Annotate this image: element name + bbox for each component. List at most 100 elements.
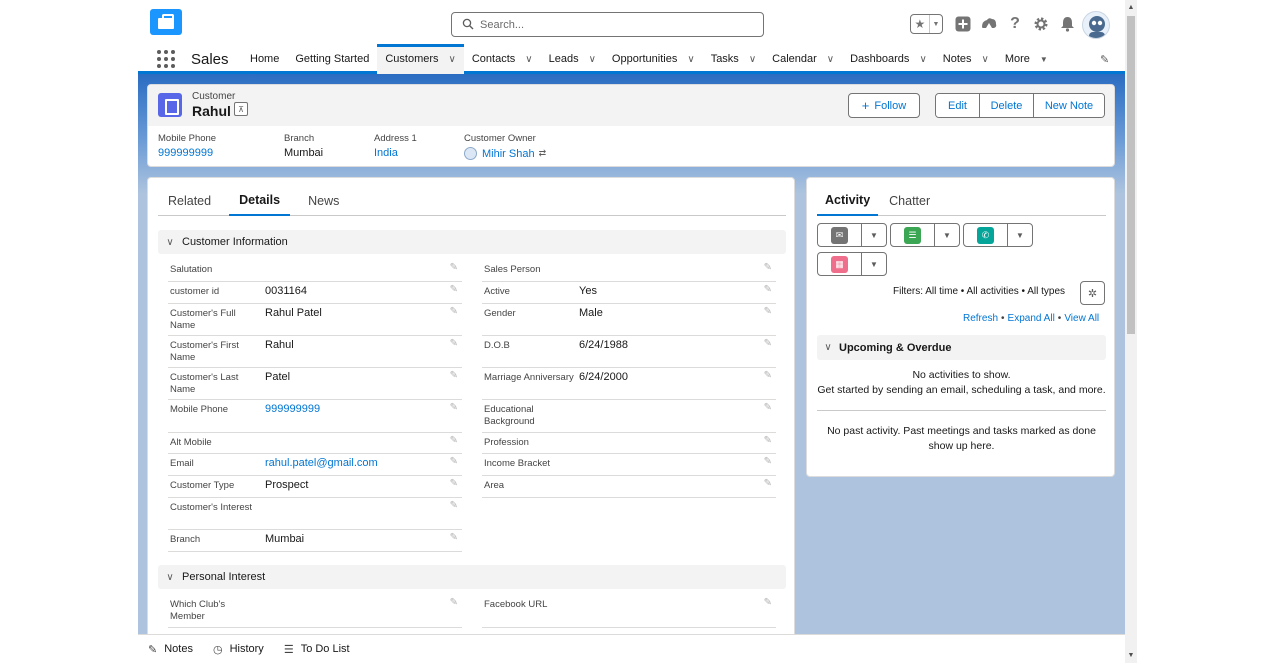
nav-item-customers[interactable]: Customers ∨: [377, 44, 464, 74]
event-publisher-button[interactable]: ▦ ▼: [817, 252, 887, 276]
chevron-down-icon[interactable]: ∨: [589, 54, 596, 65]
edit-pencil-icon[interactable]: ✎: [450, 478, 458, 489]
new-note-button[interactable]: New Note: [1033, 94, 1104, 117]
star-icon[interactable]: ★: [911, 15, 930, 33]
refresh-link[interactable]: Refresh: [963, 313, 998, 324]
edit-pencil-icon[interactable]: ✎: [450, 500, 458, 511]
hierarchy-icon[interactable]: ⊼: [234, 102, 248, 116]
chevron-down-icon[interactable]: ▼: [862, 253, 886, 275]
nav-item-home[interactable]: Home: [242, 44, 287, 74]
expand-all-link[interactable]: Expand All: [1008, 313, 1055, 324]
utility-todo-list[interactable]: ☰ To Do List: [284, 643, 350, 656]
edit-pencil-icon[interactable]: ✎: [450, 402, 458, 413]
tab-details[interactable]: Details: [229, 186, 291, 216]
highlight-value-link[interactable]: India: [374, 147, 417, 159]
edit-pencil-icon[interactable]: ✎: [764, 306, 772, 317]
task-action[interactable]: ☰: [891, 224, 935, 246]
call-action[interactable]: ✆: [964, 224, 1008, 246]
chevron-down-icon[interactable]: ∨: [749, 54, 756, 65]
owner-name-link[interactable]: Mihir Shah: [482, 148, 535, 160]
nav-item-getting-started[interactable]: Getting Started: [287, 44, 377, 74]
nav-item-more[interactable]: More ▼: [997, 44, 1056, 74]
edit-button[interactable]: Edit: [936, 94, 979, 117]
edit-pencil-icon[interactable]: ✎: [450, 306, 458, 317]
trailhead-icon[interactable]: [980, 15, 998, 33]
nav-item-calendar[interactable]: Calendar ∨: [764, 44, 842, 74]
edit-pencil-icon[interactable]: ✎: [764, 478, 772, 489]
search-input[interactable]: [480, 16, 750, 34]
chevron-down-icon[interactable]: ∨: [158, 237, 182, 248]
nav-item-opportunities[interactable]: Opportunities ∨: [604, 44, 703, 74]
chevron-down-icon[interactable]: ▼: [930, 15, 942, 33]
app-launcher-icon[interactable]: [157, 50, 175, 68]
page-scrollbar[interactable]: ▲ ▼: [1125, 0, 1137, 663]
setup-gear-icon[interactable]: [1032, 15, 1050, 33]
chevron-down-icon[interactable]: ∨: [919, 54, 926, 65]
scroll-down-arrow-icon[interactable]: ▼: [1127, 651, 1135, 661]
edit-pencil-icon[interactable]: ✎: [450, 284, 458, 295]
edit-pencil-icon[interactable]: ✎: [450, 262, 458, 273]
edit-pencil-icon[interactable]: ✎: [764, 456, 772, 467]
email-publisher-button[interactable]: ✉ ▼: [817, 223, 887, 247]
field-value-link[interactable]: 999999999: [265, 403, 320, 415]
filter-settings-gear-icon[interactable]: ✲: [1080, 281, 1105, 305]
delete-button[interactable]: Delete: [979, 94, 1033, 117]
chevron-down-icon[interactable]: ∨: [449, 54, 456, 65]
edit-pencil-icon[interactable]: ✎: [764, 597, 772, 608]
call-publisher-button[interactable]: ✆ ▼: [963, 223, 1033, 247]
utility-history[interactable]: ◷ History: [213, 643, 264, 656]
tab-activity[interactable]: Activity: [817, 186, 879, 216]
edit-pencil-icon[interactable]: ✎: [450, 338, 458, 349]
tab-chatter[interactable]: Chatter: [881, 186, 938, 216]
edit-pencil-icon[interactable]: ✎: [450, 370, 458, 381]
edit-pencil-icon[interactable]: ✎: [764, 284, 772, 295]
chevron-down-icon[interactable]: ∨: [817, 342, 839, 353]
change-owner-icon[interactable]: ⇄: [539, 148, 547, 159]
chevron-down-icon[interactable]: ∨: [525, 54, 532, 65]
caret-down-icon[interactable]: ▼: [1040, 55, 1048, 64]
nav-item-tasks[interactable]: Tasks ∨: [703, 44, 764, 74]
view-all-link[interactable]: View All: [1064, 313, 1099, 324]
app-logo-icon[interactable]: [150, 9, 182, 35]
nav-item-contacts[interactable]: Contacts ∨: [464, 44, 541, 74]
chevron-down-icon[interactable]: ▼: [935, 224, 959, 246]
edit-pencil-icon[interactable]: ✎: [450, 532, 458, 543]
chevron-down-icon[interactable]: ∨: [827, 54, 834, 65]
owner-value[interactable]: Mihir Shah ⇄: [464, 147, 546, 160]
tab-related[interactable]: Related: [158, 186, 221, 216]
event-action[interactable]: ▦: [818, 253, 862, 275]
section-customer-information[interactable]: ∨ Customer Information: [158, 230, 786, 254]
nav-item-dashboards[interactable]: Dashboards ∨: [842, 44, 935, 74]
nav-item-leads[interactable]: Leads ∨: [541, 44, 604, 74]
section-personal-interest[interactable]: ∨ Personal Interest: [158, 565, 786, 589]
notifications-bell-icon[interactable]: [1058, 15, 1076, 33]
task-publisher-button[interactable]: ☰ ▼: [890, 223, 960, 247]
chevron-down-icon[interactable]: ▼: [862, 224, 886, 246]
edit-nav-pencil-icon[interactable]: ✎: [1100, 53, 1109, 66]
user-avatar[interactable]: [1082, 11, 1110, 39]
follow-button[interactable]: + Follow: [848, 93, 920, 118]
chevron-down-icon[interactable]: ∨: [158, 572, 182, 583]
tab-news[interactable]: News: [298, 186, 349, 216]
edit-pencil-icon[interactable]: ✎: [450, 435, 458, 446]
add-icon[interactable]: [954, 15, 972, 33]
utility-notes[interactable]: ✎ Notes: [148, 643, 193, 656]
favorites-button[interactable]: ★ ▼: [910, 14, 943, 34]
edit-pencil-icon[interactable]: ✎: [450, 597, 458, 608]
edit-pencil-icon[interactable]: ✎: [764, 402, 772, 413]
upcoming-overdue-section[interactable]: ∨ Upcoming & Overdue: [817, 335, 1106, 360]
edit-pencil-icon[interactable]: ✎: [764, 338, 772, 349]
scrollbar-thumb[interactable]: [1127, 16, 1135, 334]
nav-item-notes[interactable]: Notes ∨: [935, 44, 997, 74]
email-action[interactable]: ✉: [818, 224, 862, 246]
chevron-down-icon[interactable]: ∨: [982, 54, 989, 65]
edit-pencil-icon[interactable]: ✎: [764, 370, 772, 381]
global-search[interactable]: [451, 12, 764, 37]
edit-pencil-icon[interactable]: ✎: [764, 262, 772, 273]
scroll-up-arrow-icon[interactable]: ▲: [1127, 3, 1135, 13]
chevron-down-icon[interactable]: ▼: [1008, 224, 1032, 246]
edit-pencil-icon[interactable]: ✎: [450, 456, 458, 467]
chevron-down-icon[interactable]: ∨: [687, 54, 694, 65]
field-value-link[interactable]: rahul.patel@gmail.com: [265, 457, 378, 469]
edit-pencil-icon[interactable]: ✎: [764, 435, 772, 446]
